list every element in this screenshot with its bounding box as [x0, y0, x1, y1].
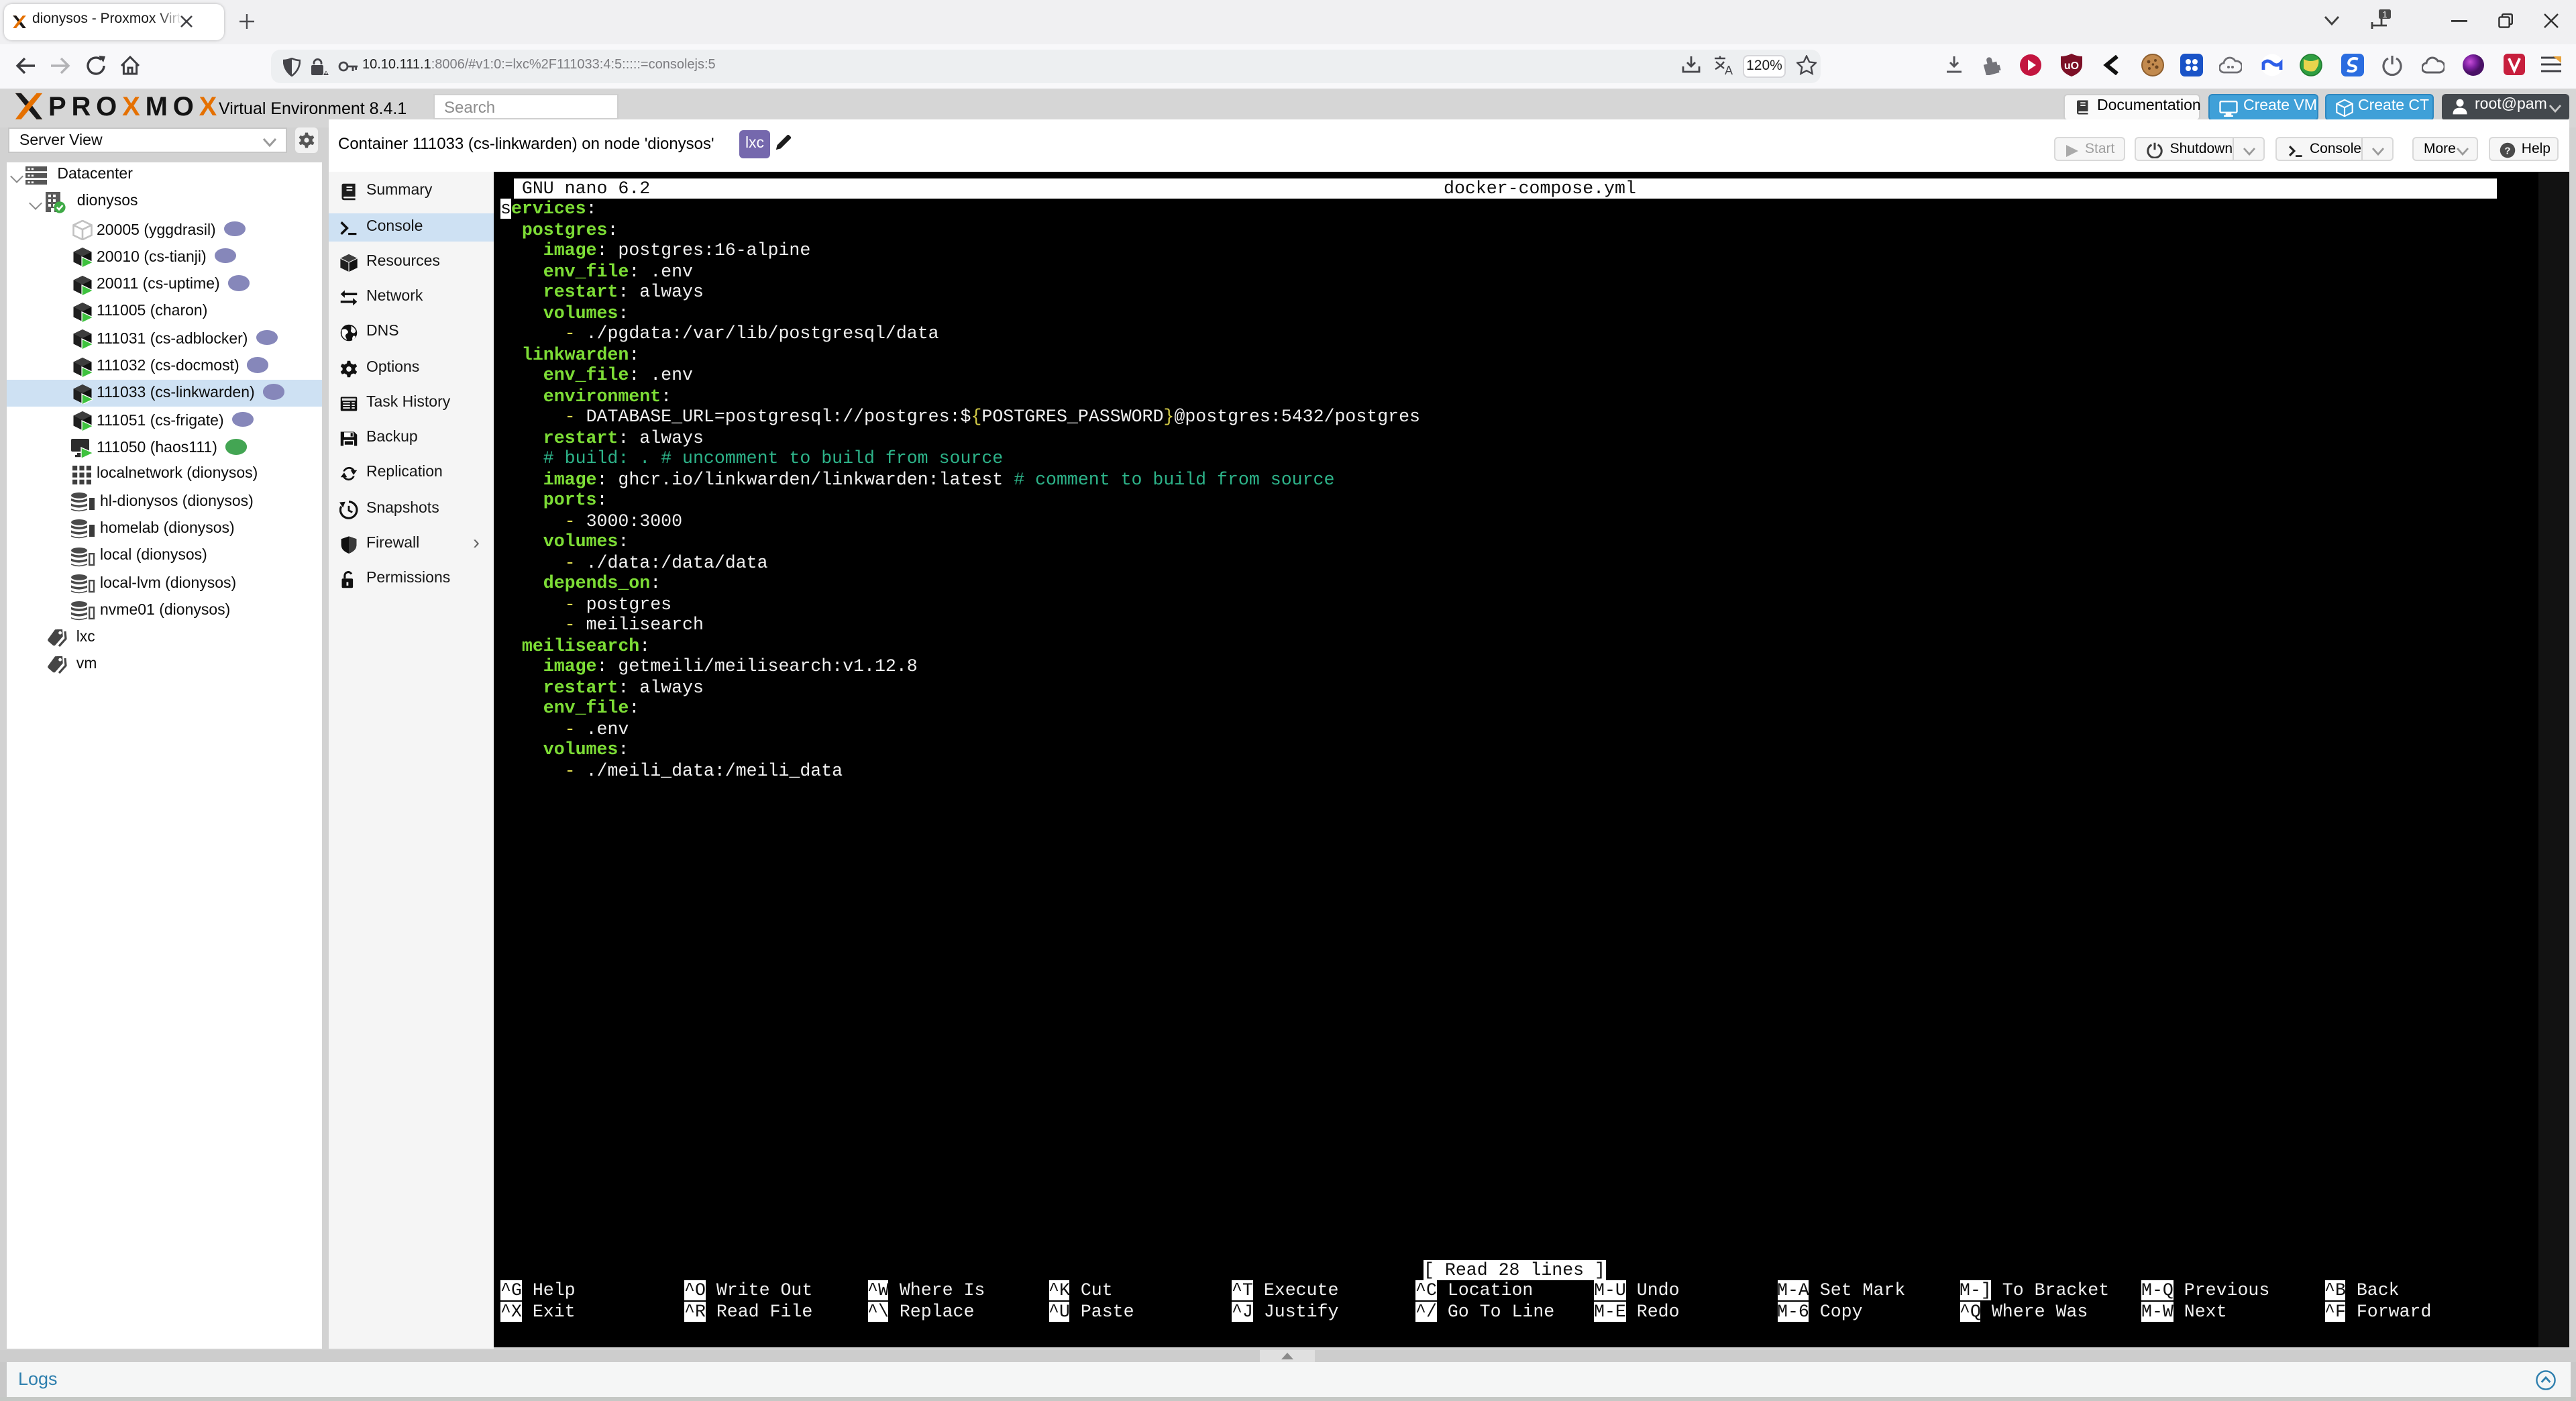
- svg-text:1: 1: [2382, 9, 2387, 19]
- svg-text:A: A: [1725, 64, 1733, 75]
- svg-text:uO: uO: [2064, 60, 2079, 72]
- svg-text:?: ?: [2505, 144, 2511, 156]
